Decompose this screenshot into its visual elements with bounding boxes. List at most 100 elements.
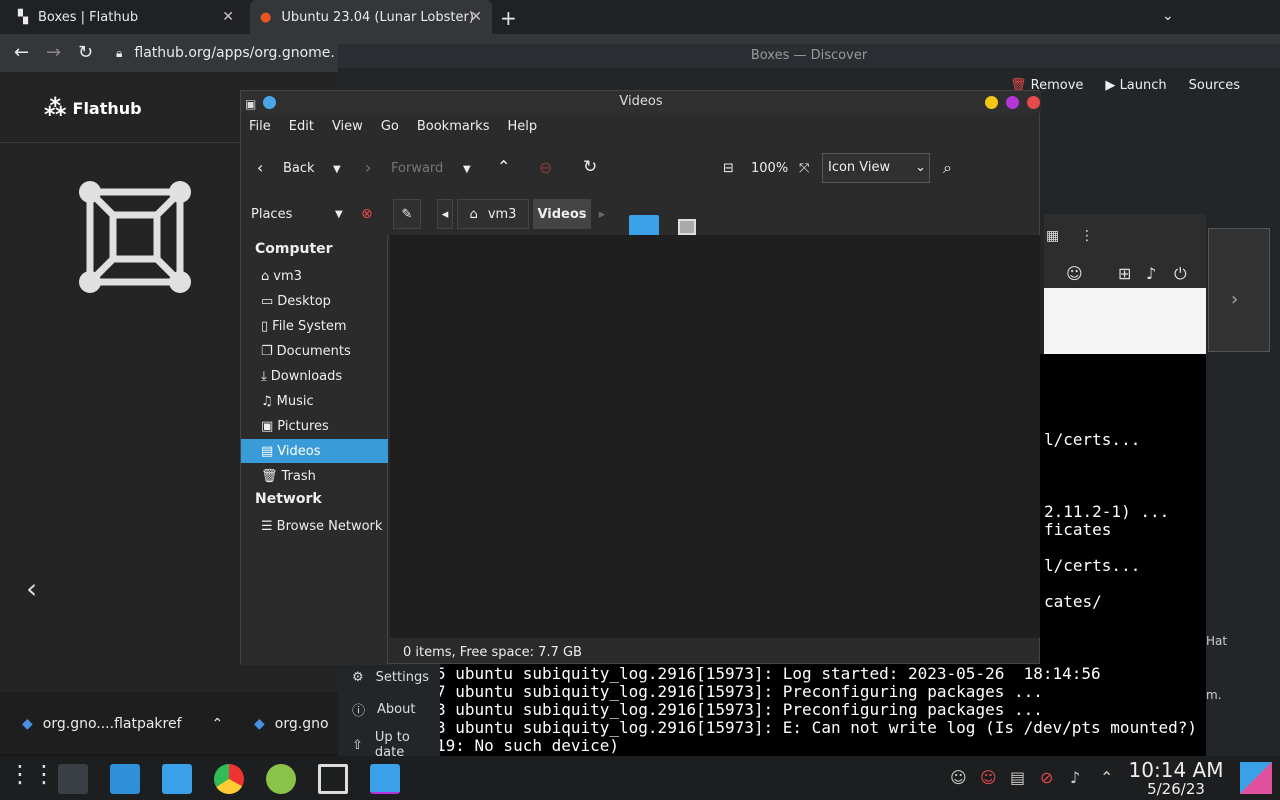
app-launcher-icon[interactable]: ⋮⋮⋮ (8, 760, 80, 790)
stop-icon[interactable]: ⊖ (539, 158, 552, 177)
file-view-area[interactable] (390, 235, 1040, 638)
minimize-button[interactable] (985, 96, 998, 109)
kebab-menu-icon[interactable]: ⋮ (1080, 228, 1094, 244)
network-icon[interactable]: ⊞ (1118, 264, 1131, 283)
new-tab-icon[interactable]: + (500, 6, 517, 30)
sidebar-item-downloads[interactable]: ⤓ Downloads (241, 364, 388, 388)
zoom-out-icon[interactable]: ⊟ (723, 161, 734, 176)
close-tab-icon[interactable]: ✕ (222, 9, 234, 25)
sliders-icon: ⚙︎ (352, 670, 364, 685)
power-icon[interactable]: ⏻ (1174, 264, 1187, 284)
sidebar-item-pictures[interactable]: ▣ Pictures (241, 414, 388, 438)
window-icon[interactable]: ▣ (245, 93, 256, 115)
boxes-icon[interactable] (318, 764, 348, 794)
carousel-prev-icon[interactable]: ‹ (26, 572, 37, 605)
accessibility-icon[interactable]: ☺ (1066, 264, 1083, 283)
close-tab-icon[interactable]: ✕ (470, 9, 482, 25)
show-desktop-icon[interactable] (1240, 762, 1272, 794)
view-mode-select[interactable]: Icon View ⌄ (822, 153, 930, 183)
home-icon: ⌂ (261, 268, 270, 284)
sidebar-item-desktop[interactable]: ▭ Desktop (241, 289, 388, 313)
clock-time[interactable]: 10:14 AM (1126, 758, 1226, 782)
volume-icon[interactable]: ♪ (1146, 264, 1156, 283)
chevron-down-icon: ⌄ (915, 160, 926, 175)
reload-icon[interactable]: ↻ (583, 157, 597, 177)
sidebar-item-trash[interactable]: 🗑︎ Trash (241, 464, 388, 488)
menu-bookmarks[interactable]: Bookmarks (417, 119, 490, 141)
forward-button[interactable]: Forward (391, 161, 443, 176)
video-icon: ▤ (261, 443, 274, 459)
discover-side-panel: Hat m. (1206, 354, 1280, 754)
chrome-icon[interactable] (214, 764, 244, 794)
menu-edit[interactable]: Edit (289, 119, 314, 141)
sidebar-item-videos[interactable]: ▤ Videos (241, 439, 388, 463)
clipboard-icon[interactable]: ▤ (1010, 768, 1025, 787)
chevron-right-icon[interactable]: › (1231, 289, 1238, 310)
files-icon[interactable] (162, 764, 192, 794)
sources-button[interactable]: Sources (1189, 78, 1240, 93)
sidebar-item-documents[interactable]: ❐ Documents (241, 339, 388, 363)
crumb-left-icon[interactable]: ◂ (437, 199, 453, 229)
computer-icon[interactable] (678, 219, 696, 235)
user-icon[interactable]: ☺ (950, 768, 967, 787)
reload-icon[interactable]: ↻ (78, 42, 93, 63)
search-icon[interactable]: ⌕ (943, 158, 952, 178)
download-icon: ⤓ (261, 368, 267, 384)
breadcrumb-videos[interactable]: Videos (533, 199, 591, 229)
edit-location-icon[interactable]: ✎ (393, 199, 421, 229)
nemo-icon[interactable] (370, 764, 400, 794)
sidebar-item-browse-network[interactable]: ☰ Browse Network (241, 514, 388, 538)
sidebar-item-file-system[interactable]: ▯ File System (241, 314, 388, 338)
screenshot-thumbnail[interactable]: › (1208, 228, 1270, 352)
places-dropdown[interactable]: Places (251, 207, 292, 222)
sidebar-item-music[interactable]: ♫ Music (241, 389, 388, 413)
chevron-up-icon[interactable]: ⌃ (1100, 768, 1113, 787)
up-icon[interactable]: ⌃ (497, 157, 510, 176)
mic-muted-icon[interactable]: ⊘ (1040, 768, 1053, 787)
menu-file[interactable]: File (249, 119, 271, 141)
back-icon[interactable]: ‹ (257, 158, 263, 177)
crumb-right-icon[interactable]: ▸ (595, 199, 609, 229)
close-button[interactable] (1027, 96, 1040, 109)
back-arrow-icon[interactable]: ← (14, 42, 29, 63)
download-item[interactable]: ◆ org.gno....flatpakref ⌃ (22, 716, 223, 732)
discover-icon[interactable] (110, 764, 140, 794)
url-bar[interactable]: 🔒︎ flathub.org/apps/org.gnome. (116, 39, 356, 67)
maximize-button[interactable] (1006, 96, 1019, 109)
menu-view[interactable]: View (332, 119, 363, 141)
forward-icon[interactable]: › (365, 158, 371, 177)
trash-icon: 🗑︎ (261, 468, 278, 484)
breadcrumb-vm3[interactable]: ⌂ vm3 (457, 199, 529, 229)
tab-boxes-flathub[interactable]: ▚ Boxes | Flathub ✕ (8, 0, 244, 34)
menu-go[interactable]: Go (381, 119, 399, 141)
terminal-line: cates/ (1044, 592, 1102, 611)
download-item[interactable]: ◆ org.gno (254, 716, 329, 732)
download-manager-icon[interactable] (266, 764, 296, 794)
back-history-icon[interactable]: ▼ (333, 164, 341, 175)
back-button[interactable]: Back (283, 161, 315, 176)
calendar-icon[interactable]: ▦ (1046, 228, 1059, 244)
window-title-bar[interactable]: ▣ Videos (241, 91, 1041, 113)
forward-arrow-icon[interactable]: → (46, 42, 61, 63)
forward-history-icon[interactable]: ▼ (463, 164, 471, 175)
sidebar-header-network: Network (255, 491, 322, 507)
about-item[interactable]: ⓘ About (352, 700, 415, 719)
user-alert-icon[interactable]: ☺ (980, 768, 997, 787)
chevron-down-icon[interactable]: ⌄ (1162, 8, 1174, 24)
launch-button[interactable]: ▶ Launch (1105, 78, 1166, 93)
discover-menu: ⚙︎ Settings ⓘ About ⇧ Up to date (338, 664, 440, 760)
sticky-icon[interactable] (263, 96, 276, 109)
flathub-logo[interactable]: ⁂ Flathub (44, 96, 142, 121)
menu-help[interactable]: Help (507, 119, 537, 141)
chevron-up-icon[interactable]: ⌃ (212, 716, 224, 732)
volume-icon[interactable]: ♪ (1070, 768, 1080, 787)
zoom-fit-icon[interactable]: ⤧ (799, 161, 809, 176)
view-mode-label: Icon View (828, 160, 891, 175)
sidebar-item-vm3[interactable]: ⌂ vm3 (241, 264, 388, 288)
close-sidebar-icon[interactable]: ⊗ (361, 206, 373, 222)
clock-date[interactable]: 5/26/23 (1126, 780, 1226, 798)
tab-ubuntu[interactable]: ● Ubuntu 23.04 (Lunar Lobster) ✕ (250, 0, 492, 34)
settings-item[interactable]: ⚙︎ Settings (352, 670, 429, 685)
chevron-down-icon[interactable]: ▼ (335, 209, 343, 220)
system-settings-icon[interactable] (58, 764, 88, 794)
